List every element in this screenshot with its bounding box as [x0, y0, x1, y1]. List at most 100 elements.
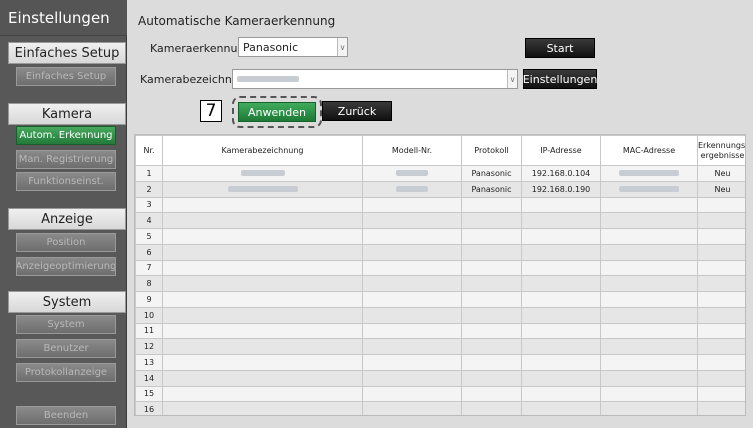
cell-mac: [600, 385, 698, 403]
cell-protocol: [461, 385, 522, 403]
camera-name-select[interactable]: ∨: [232, 69, 518, 89]
cell-camera-name: [162, 338, 363, 355]
table-row[interactable]: 4: [135, 212, 745, 229]
cell-model: [362, 243, 462, 261]
cell-model: [362, 291, 462, 308]
table-row[interactable]: 16: [135, 401, 745, 415]
cell-result: [697, 259, 745, 277]
cell-result: [697, 306, 745, 324]
cell-mac: [600, 291, 698, 308]
table-row[interactable]: 9: [135, 291, 745, 308]
table-row[interactable]: 10: [135, 306, 745, 324]
cell-ip: [521, 338, 601, 355]
cell-model: [362, 259, 462, 277]
sidebar-item-manual-registration[interactable]: Man. Registrierung: [16, 150, 116, 169]
sidebar-item-auto-detection[interactable]: Autom. Erkennung: [16, 126, 116, 145]
blurred-value: [619, 186, 679, 193]
cell-mac: [600, 369, 698, 387]
section-header-camera: Kamera: [8, 103, 126, 125]
sidebar-item-function-settings[interactable]: Funktionseinst.: [16, 172, 116, 191]
cell-ip: 192.168.0.104: [521, 165, 601, 182]
header-nr[interactable]: Nr.: [135, 135, 163, 166]
header-protocol[interactable]: Protokoll: [461, 135, 522, 166]
cell-nr: 10: [135, 306, 163, 324]
cell-protocol: [461, 228, 522, 245]
apply-button[interactable]: Anwenden: [238, 102, 316, 122]
sidebar-item-user[interactable]: Benutzer: [16, 339, 116, 358]
cell-model: [362, 354, 462, 371]
cell-protocol: [461, 322, 522, 340]
cell-camera-name: [162, 291, 363, 308]
table-row[interactable]: 11: [135, 322, 745, 340]
cell-nr: 7: [135, 259, 163, 277]
table-header-row: Nr. Kamerabezeichnung Modell-Nr. Protoko…: [135, 135, 745, 166]
cell-ip: [521, 228, 601, 245]
cell-nr: 2: [135, 180, 163, 198]
table-row[interactable]: 6: [135, 243, 745, 261]
cell-protocol: [461, 306, 522, 324]
header-ip[interactable]: IP-Adresse: [521, 135, 601, 166]
cell-model: [362, 165, 462, 182]
sidebar-item-display-optimization[interactable]: Anzeigeoptimierung: [16, 257, 116, 276]
start-button[interactable]: Start: [525, 38, 595, 58]
cell-result: [697, 243, 745, 261]
sidebar-item-easy-setup[interactable]: Einfaches Setup: [16, 67, 116, 86]
header-model[interactable]: Modell-Nr.: [362, 135, 462, 166]
cell-result: Neu: [697, 180, 745, 198]
header-camera-name[interactable]: Kamerabezeichnung: [162, 135, 363, 166]
cell-protocol: [461, 196, 522, 214]
cell-protocol: [461, 369, 522, 387]
cell-result: [697, 385, 745, 403]
sidebar: Einstellungen Einfaches Setup Einfaches …: [0, 0, 127, 428]
cell-camera-name: [162, 196, 363, 214]
cell-camera-name: [162, 275, 363, 292]
table-row[interactable]: 3: [135, 196, 745, 214]
cell-nr: 15: [135, 385, 163, 403]
blurred-camera-name: [237, 76, 299, 82]
back-button[interactable]: Zurück: [322, 101, 392, 121]
cell-ip: [521, 385, 601, 403]
cell-camera-name: [162, 322, 363, 340]
table-row[interactable]: 14: [135, 369, 745, 387]
cell-result: [697, 275, 745, 292]
blurred-value: [619, 170, 679, 177]
table-row[interactable]: 15: [135, 385, 745, 403]
cell-result: [697, 291, 745, 308]
cell-result: [697, 354, 745, 371]
sidebar-item-system[interactable]: System: [16, 315, 116, 334]
cell-model: [362, 322, 462, 340]
table-row[interactable]: 13: [135, 354, 745, 371]
sidebar-item-log-view[interactable]: Protokollanzeige: [16, 363, 116, 382]
detection-results-table: Nr. Kamerabezeichnung Modell-Nr. Protoko…: [134, 134, 746, 416]
detection-select[interactable]: Panasonic ∨: [238, 37, 348, 57]
exit-button[interactable]: Beenden: [16, 406, 116, 425]
cell-camera-name: [162, 180, 363, 198]
cell-camera-name: [162, 354, 363, 371]
chevron-down-icon: ∨: [337, 38, 347, 56]
cell-mac: [600, 338, 698, 355]
table-row[interactable]: 2 Panasonic 192.168.0.190 Neu: [135, 180, 745, 198]
cell-result: [697, 338, 745, 355]
cell-ip: [521, 291, 601, 308]
table-row[interactable]: 8: [135, 275, 745, 292]
cell-nr: 3: [135, 196, 163, 214]
cell-nr: 16: [135, 401, 163, 415]
table-row[interactable]: 12: [135, 338, 745, 355]
cell-ip: [521, 369, 601, 387]
cell-protocol: [461, 338, 522, 355]
cell-model: [362, 180, 462, 198]
sidebar-item-position[interactable]: Position: [16, 233, 116, 252]
header-result[interactable]: Erkennungs- ergebnisse: [697, 135, 745, 166]
cell-protocol: [461, 243, 522, 261]
table-row[interactable]: 1 Panasonic 192.168.0.104 Neu: [135, 165, 745, 182]
cell-model: [362, 369, 462, 387]
settings-button[interactable]: Einstellungen: [523, 69, 597, 89]
cell-ip: [521, 354, 601, 371]
cell-model: [362, 306, 462, 324]
cell-result: [697, 196, 745, 214]
cell-mac: [600, 165, 698, 182]
table-row[interactable]: 5: [135, 228, 745, 245]
cell-mac: [600, 243, 698, 261]
header-mac[interactable]: MAC-Adresse: [600, 135, 698, 166]
table-row[interactable]: 7: [135, 259, 745, 277]
